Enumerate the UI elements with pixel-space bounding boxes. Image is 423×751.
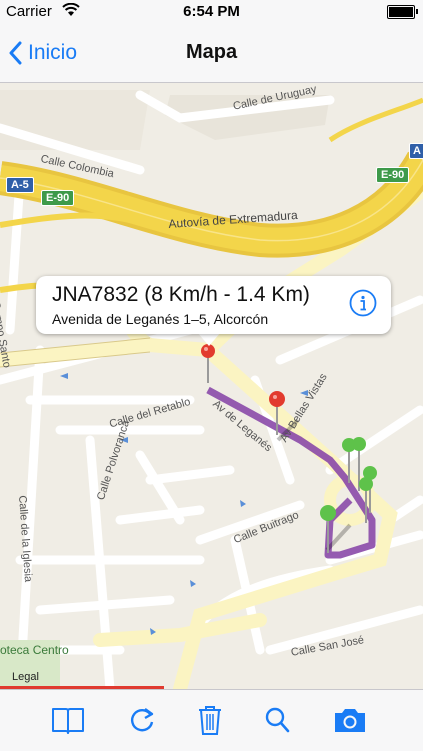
book-icon[interactable] <box>50 704 86 736</box>
highway-shield-a: A <box>409 143 423 159</box>
street-label-av-leganes: Av de Leganés <box>210 398 275 455</box>
map-labels: A-5 E-90 E-90 A Calle de Uruguay Calle C… <box>0 83 423 689</box>
bottom-toolbar <box>0 689 423 751</box>
street-label-uruguay: Calle de Uruguay <box>232 83 318 113</box>
legal-link[interactable]: Legal <box>12 671 39 683</box>
street-label-bellas-vistas: Av Bellas Vistas <box>278 371 330 445</box>
map-view[interactable]: A-5 E-90 E-90 A Calle de Uruguay Calle C… <box>0 83 423 689</box>
callout-pointer <box>197 332 221 346</box>
status-bar: Carrier 6:54 PM <box>0 0 423 22</box>
clock: 6:54 PM <box>183 3 240 20</box>
camera-icon[interactable] <box>332 704 368 736</box>
street-label-colombia: Calle Colombia <box>39 153 115 181</box>
street-label-buitrago: Calle Buitrago <box>232 509 301 547</box>
search-icon[interactable] <box>260 704 296 736</box>
highway-shield-a5: A-5 <box>6 177 34 193</box>
navigation-bar: Inicio Mapa <box>0 22 423 83</box>
map-callout[interactable]: JNA7832 (8 Km/h - 1.4 Km) Avenida de Leg… <box>36 276 391 334</box>
callout-title: JNA7832 (8 Km/h - 1.4 Km) <box>52 283 310 306</box>
trash-icon[interactable] <box>192 704 228 736</box>
street-label-polvoranca: Calle Polvoranca <box>95 418 133 502</box>
refresh-icon[interactable] <box>124 704 160 736</box>
street-label-autovia: Autovía de Extremadura <box>168 207 299 231</box>
street-label-san-jose: Calle San José <box>290 634 365 659</box>
callout-subtitle: Avenida de Leganés 1–5, Alcorcón <box>52 311 269 327</box>
battery-icon <box>387 5 418 19</box>
page-title: Mapa <box>185 41 238 63</box>
highway-shield-e90-right: E-90 <box>376 167 410 183</box>
street-label-campo-santo: del Campo Santo <box>0 283 13 369</box>
poi-label-biblioteca: oteca Centro <box>0 643 69 657</box>
info-icon[interactable] <box>349 289 377 317</box>
street-label-iglesia: Calle de la Iglesia <box>16 495 35 583</box>
highway-shield-e90-left: E-90 <box>41 190 75 206</box>
